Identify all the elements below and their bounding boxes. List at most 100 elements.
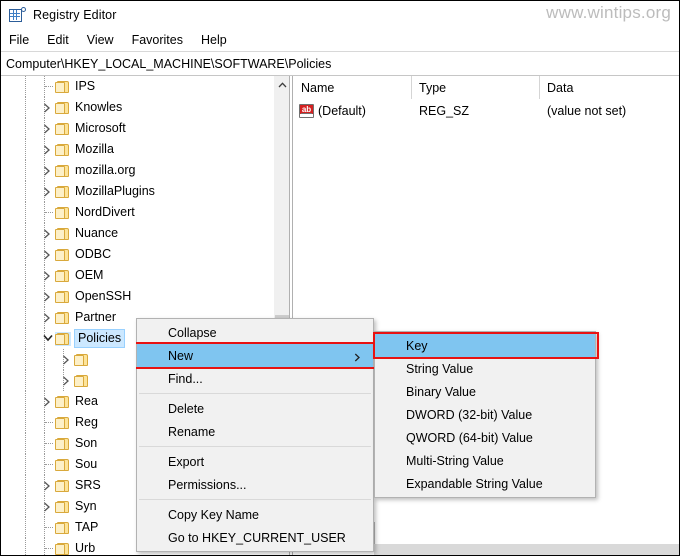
submenu-item-multi-string-value[interactable]: Multi-String Value (375, 449, 595, 472)
submenu-item-label: Key (406, 338, 428, 353)
tree-item-label: IPS (75, 79, 96, 93)
submenu-item-dword-32-bit-value[interactable]: DWORD (32-bit) Value (375, 403, 595, 426)
tree-item-label: Nuance (75, 226, 119, 240)
menu-item-view[interactable]: View (78, 31, 123, 49)
new-submenu[interactable]: Key String Value Binary Value DWORD (32-bit… (373, 331, 599, 498)
menu-item-favorites[interactable]: Favorites (123, 31, 192, 49)
chevron-right-icon[interactable] (39, 286, 55, 307)
menu-item-help[interactable]: Help (192, 31, 236, 49)
address-bar[interactable]: Computer\HKEY_LOCAL_MACHINE\SOFTWARE\Pol… (1, 52, 679, 75)
tree-item-mozilla[interactable]: Mozilla (1, 139, 273, 160)
column-header-name[interactable]: Name (294, 76, 412, 99)
context-menu-item-rename[interactable]: Rename (137, 420, 373, 443)
submenu-item-label: Expandable String Value (406, 476, 543, 491)
context-menu-item-new[interactable]: New (136, 342, 376, 369)
chevron-right-icon[interactable] (39, 307, 55, 328)
folder-icon (55, 185, 71, 199)
site-watermark: www.wintips.org (546, 3, 671, 22)
submenu-item-string-value[interactable]: String Value (375, 357, 595, 380)
tree-item-nuance[interactable]: Nuance (1, 223, 273, 244)
tree-guide-line (44, 349, 45, 370)
tree-item-mozilla-org[interactable]: mozilla.org (1, 160, 273, 181)
folder-icon (55, 521, 71, 535)
tree-guide-line (25, 160, 26, 181)
tree-item-microsoft[interactable]: Microsoft (1, 118, 273, 139)
chevron-right-icon[interactable] (39, 475, 55, 496)
context-menu[interactable]: Collapse New Find... Delete Rename Export Perm… (136, 318, 376, 552)
tree-guide-line (25, 76, 26, 97)
tree-item-label: OpenSSH (75, 289, 132, 303)
folder-icon (55, 458, 71, 472)
tree-item-odbc[interactable]: ODBC (1, 244, 273, 265)
submenu-item-label: QWORD (64-bit) Value (406, 430, 533, 445)
tree-item-knowles[interactable]: Knowles (1, 97, 273, 118)
tree-guide-line (25, 538, 26, 555)
tree-guide-line (25, 181, 26, 202)
context-menu-item-collapse[interactable]: Collapse (137, 321, 373, 344)
tree-item-label: TAP (75, 520, 99, 534)
tree-item-ips[interactable]: IPS (1, 76, 273, 97)
chevron-right-icon[interactable] (39, 118, 55, 139)
context-menu-separator (139, 446, 371, 447)
tree-item-openssh[interactable]: OpenSSH (1, 286, 273, 307)
window-title: Registry Editor (33, 8, 117, 22)
tree-guide-line (25, 349, 26, 370)
column-header-type[interactable]: Type (412, 76, 540, 99)
tree-item-norddivert[interactable]: NordDivert (1, 202, 273, 223)
tree-guide-line (25, 517, 26, 538)
menu-item-edit[interactable]: Edit (38, 31, 78, 49)
tree-item-label: NordDivert (75, 205, 135, 219)
folder-icon (55, 311, 71, 325)
context-menu-item-delete[interactable]: Delete (137, 397, 373, 420)
chevron-right-icon[interactable] (39, 496, 55, 517)
scroll-up-button[interactable] (274, 76, 289, 93)
table-row[interactable]: ab (Default) REG_SZ (value not set) (294, 100, 679, 122)
context-menu-item-label: Find... (168, 371, 203, 386)
context-menu-separator (139, 499, 371, 500)
context-menu-item-find[interactable]: Find... (137, 367, 373, 390)
chevron-right-icon[interactable] (39, 160, 55, 181)
submenu-item-qword-64-bit-value[interactable]: QWORD (64-bit) Value (375, 426, 595, 449)
folder-icon (55, 80, 71, 94)
tree-item-oem[interactable]: OEM (1, 265, 273, 286)
tree-item-label: Policies (74, 329, 126, 348)
chevron-right-icon[interactable] (39, 181, 55, 202)
tree-item-mozillaplugins[interactable]: MozillaPlugins (1, 181, 273, 202)
context-menu-item-permissions[interactable]: Permissions... (137, 473, 373, 496)
context-menu-item-copy-key-name[interactable]: Copy Key Name (137, 503, 373, 526)
chevron-right-icon[interactable] (39, 244, 55, 265)
context-menu-item-export[interactable]: Export (137, 450, 373, 473)
chevron-right-icon[interactable] (39, 265, 55, 286)
chevron-right-icon[interactable] (39, 139, 55, 160)
tree-guide-line (44, 370, 45, 391)
chevron-right-icon[interactable] (39, 391, 55, 412)
chevron-right-icon[interactable] (39, 97, 55, 118)
tree-guide-line (25, 433, 26, 454)
submenu-item-label: Multi-String Value (406, 453, 504, 468)
value-data-cell: (value not set) (547, 104, 627, 118)
context-menu-item-label: Rename (168, 424, 216, 439)
chevron-right-icon[interactable] (39, 223, 55, 244)
registry-path-text: Computer\HKEY_LOCAL_MACHINE\SOFTWARE\Pol… (6, 56, 332, 71)
tree-item-label: SRS (75, 478, 101, 492)
column-header-data[interactable]: Data (540, 76, 679, 99)
tree-guide-line (25, 496, 26, 517)
context-menu-item-go-to-hkey-current-user[interactable]: Go to HKEY_CURRENT_USER (137, 526, 373, 549)
chevron-right-icon[interactable] (58, 349, 74, 370)
folder-icon (55, 500, 71, 514)
new-highlight-annotation-top (136, 342, 376, 344)
folder-icon (55, 479, 71, 493)
folder-icon (55, 101, 71, 115)
folder-icon (55, 164, 71, 178)
submenu-item-binary-value[interactable]: Binary Value (375, 380, 595, 403)
chevron-down-icon[interactable] (39, 328, 55, 349)
submenu-item-key[interactable]: Key (375, 334, 595, 357)
chevron-right-icon[interactable] (58, 370, 74, 391)
context-menu-item-label: Delete (168, 401, 205, 416)
menu-item-file[interactable]: File (1, 31, 38, 49)
submenu-item-expandable-string-value[interactable]: Expandable String Value (375, 472, 595, 495)
tree-item-label: ODBC (75, 247, 112, 261)
